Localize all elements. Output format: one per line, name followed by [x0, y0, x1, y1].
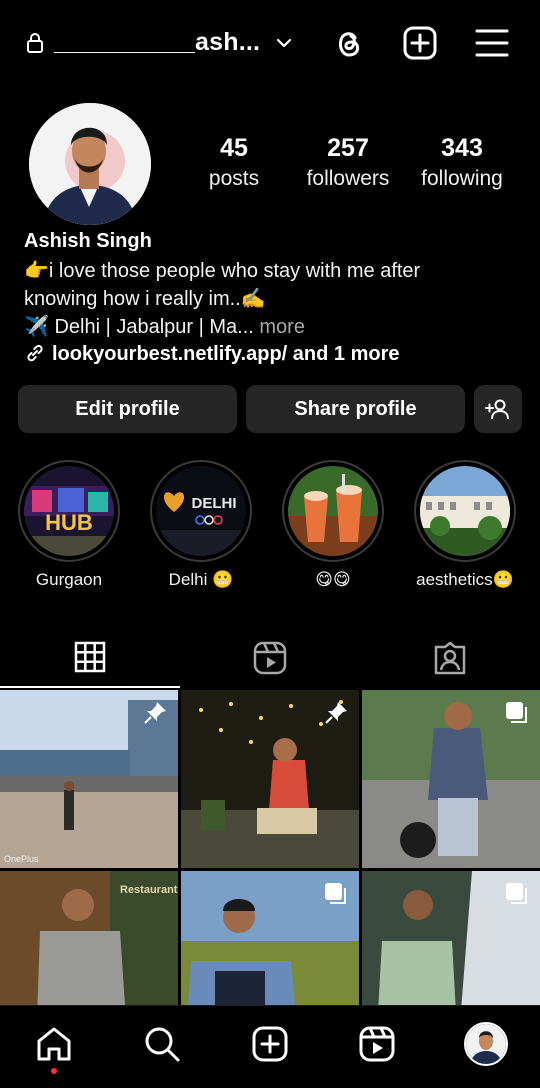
bio-link-text: lookyourbest.netlify.app/ and 1 more: [52, 343, 400, 365]
edit-profile-button[interactable]: Edit profile: [18, 385, 237, 433]
threads-icon[interactable]: [329, 24, 367, 62]
following-value: 343: [441, 134, 483, 162]
followers-label: followers: [306, 167, 390, 190]
posts-label: posts: [208, 167, 260, 190]
highlight-cover: [420, 466, 510, 556]
pinned-icon: [325, 702, 347, 724]
bio-line-truncated: ✈️ Delhi | Jabalpur | Ma... more: [24, 314, 524, 339]
grid-icon: [74, 641, 106, 673]
notification-dot: [51, 1068, 57, 1074]
bio-link[interactable]: lookyourbest.netlify.app/ and 1 more: [24, 342, 399, 366]
menu-icon[interactable]: [473, 24, 511, 62]
grid-post[interactable]: [181, 690, 359, 868]
chevron-down-icon[interactable]: [274, 33, 294, 53]
add-user-icon: [485, 399, 509, 420]
top-bar: __________ash...: [0, 0, 540, 88]
highlight-gurgaon[interactable]: HUB Gurgaon: [17, 460, 121, 590]
highlight-ring: HUB: [18, 460, 120, 562]
tab-posts-grid[interactable]: [0, 628, 180, 688]
following-label: following: [421, 167, 503, 190]
followers-count[interactable]: 257 followers: [298, 134, 398, 191]
highlight-caption: Gurgaon: [35, 570, 103, 589]
new-post-icon[interactable]: [401, 24, 439, 62]
photo-watermark: OnePlus: [4, 854, 39, 864]
profile-nav-avatar[interactable]: [464, 1022, 508, 1066]
username[interactable]: __________ash...: [54, 28, 260, 57]
highlight-ring: [414, 460, 516, 562]
tagged-icon: [434, 641, 466, 675]
highlight-aesthetics[interactable]: aesthetics😬: [413, 460, 517, 590]
profile-tabs: [0, 628, 540, 688]
home-icon[interactable]: [34, 1024, 74, 1064]
lock-icon: [27, 33, 43, 53]
photo-sign-text: Restaurant: [120, 884, 178, 896]
tab-tagged[interactable]: [360, 628, 540, 688]
create-icon[interactable]: [250, 1024, 290, 1064]
grid-post[interactable]: OnePlus: [0, 690, 178, 868]
highlight-sign-text: HUB: [45, 510, 93, 535]
reels-icon: [253, 641, 287, 675]
grid-post[interactable]: [362, 690, 540, 868]
pinned-icon: [144, 702, 166, 724]
highlight-cover: HUB: [24, 466, 114, 556]
bottom-navigation: [0, 1005, 540, 1088]
followers-value: 257: [327, 134, 369, 162]
highlight-caption: Delhi 😬: [168, 570, 234, 589]
carousel-icon: [325, 883, 346, 904]
highlight-cover: [288, 466, 378, 556]
share-profile-button[interactable]: Share profile: [246, 385, 465, 433]
highlight-food[interactable]: 😋😋: [281, 460, 385, 590]
tab-reels[interactable]: [180, 628, 360, 688]
highlight-cover: DELHI: [156, 466, 246, 556]
bio-line-text: ✈️ Delhi | Jabalpur | Ma...: [24, 316, 260, 338]
posts-value: 45: [220, 134, 248, 162]
profile-avatar[interactable]: [29, 103, 151, 225]
posts-count: 45 posts: [194, 134, 274, 191]
bio-line: knowing how i really im..✍️: [24, 288, 266, 310]
following-count[interactable]: 343 following: [412, 134, 512, 191]
carousel-icon: [506, 883, 527, 904]
highlight-caption: 😋😋: [315, 570, 351, 589]
reels-nav-icon[interactable]: [357, 1024, 397, 1064]
profile-name: Ashish Singh: [24, 230, 152, 252]
highlight-delhi[interactable]: DELHI Delhi 😬: [149, 460, 253, 590]
highlight-ring: DELHI: [150, 460, 252, 562]
discover-people-button[interactable]: [474, 385, 522, 433]
search-icon[interactable]: [142, 1024, 182, 1064]
highlight-ring: [282, 460, 384, 562]
link-icon: [27, 344, 43, 362]
highlight-sign-text: DELHI: [192, 495, 237, 512]
more-link[interactable]: more: [259, 316, 305, 338]
highlight-caption: aesthetics😬: [416, 570, 514, 589]
carousel-icon: [506, 702, 527, 723]
bio-line: 👉i love those people who stay with me af…: [24, 260, 421, 282]
